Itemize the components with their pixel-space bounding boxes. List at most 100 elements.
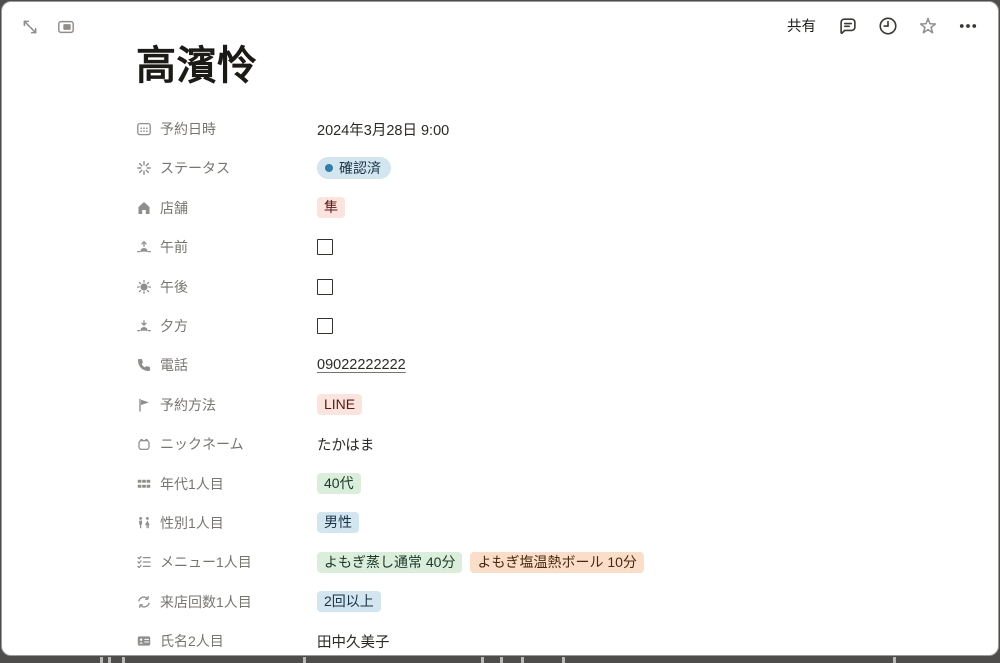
date-value[interactable]: 2024年3月28日 9:00 xyxy=(317,119,449,140)
status-text: 確認済 xyxy=(339,158,381,178)
checkbox-unchecked[interactable] xyxy=(317,239,333,255)
property-row: 午後 xyxy=(136,272,968,302)
property-label-text: 性別1人目 xyxy=(160,513,224,533)
tag-pill[interactable]: 40代 xyxy=(317,473,361,494)
property-label-text: 予約方法 xyxy=(160,395,216,415)
sunset-icon xyxy=(136,318,152,334)
property-value[interactable]: たかはま xyxy=(317,429,374,459)
checkbox-unchecked[interactable] xyxy=(317,279,333,295)
property-list: 予約日時 2024年3月28日 9:00 ステータス 確認済 店舗 隼 午前 午… xyxy=(136,114,968,656)
creature-icon xyxy=(136,436,152,452)
property-row: 予約日時 2024年3月28日 9:00 xyxy=(136,114,968,144)
property-value[interactable]: 2回以上 xyxy=(317,587,381,617)
property-value[interactable]: 隼 xyxy=(317,193,345,223)
property-label-text: 午後 xyxy=(160,277,188,297)
page-title[interactable]: 高濱怜 xyxy=(136,42,258,90)
property-row: 来店回数1人目 2回以上 xyxy=(136,587,968,617)
idcard-icon xyxy=(136,633,152,649)
property-value[interactable]: 2024年3月28日 9:00 xyxy=(317,114,449,144)
comments-icon[interactable] xyxy=(836,14,860,38)
phone-link[interactable]: 09022222222 xyxy=(317,357,406,373)
property-label[interactable]: 予約日時 xyxy=(136,119,317,139)
property-row: メニュー1人目 よもぎ蒸し通常 40分よもぎ塩温熱ボール 10分 xyxy=(136,547,968,577)
home-icon xyxy=(136,200,152,216)
property-label[interactable]: 店舗 xyxy=(136,198,317,218)
background-content-strip xyxy=(0,656,1000,663)
property-label[interactable]: 氏名2人目 xyxy=(136,631,317,651)
property-row: 夕方 xyxy=(136,311,968,341)
checkbox-unchecked[interactable] xyxy=(317,318,333,334)
phone-icon xyxy=(136,357,152,373)
status-icon xyxy=(136,160,152,176)
share-button[interactable]: 共有 xyxy=(783,13,820,38)
property-label[interactable]: 午前 xyxy=(136,237,317,257)
property-label[interactable]: 午後 xyxy=(136,277,317,297)
property-value[interactable]: 09022222222 xyxy=(317,350,406,380)
tag-pill[interactable]: 男性 xyxy=(317,512,359,533)
property-label[interactable]: ステータス xyxy=(136,158,317,178)
topbar-right: 共有 xyxy=(783,13,980,38)
property-label-text: ニックネーム xyxy=(160,434,244,454)
property-label-text: 夕方 xyxy=(160,316,188,336)
updates-clock-icon[interactable] xyxy=(876,14,900,38)
page-panel: 共有 xyxy=(1,1,999,656)
property-row: 電話 09022222222 xyxy=(136,350,968,380)
property-value[interactable]: よもぎ蒸し通常 40分よもぎ塩温熱ボール 10分 xyxy=(317,547,644,577)
topbar-left xyxy=(18,15,78,39)
property-label-text: 電話 xyxy=(160,355,188,375)
more-ellipsis-icon[interactable] xyxy=(956,14,980,38)
property-label[interactable]: 電話 xyxy=(136,355,317,375)
tag-pill[interactable]: よもぎ塩温熱ボール 10分 xyxy=(470,552,643,573)
property-row: 年代1人目 40代 xyxy=(136,469,968,499)
sunrise-icon xyxy=(136,239,152,255)
text-value[interactable]: 田中久美子 xyxy=(317,631,390,652)
property-label[interactable]: ニックネーム xyxy=(136,434,317,454)
property-row: 午前 xyxy=(136,232,968,262)
property-label-text: ステータス xyxy=(160,158,230,178)
property-row: 性別1人目 男性 xyxy=(136,508,968,538)
property-label[interactable]: 来店回数1人目 xyxy=(136,592,317,612)
tag-pill[interactable]: よもぎ蒸し通常 40分 xyxy=(317,552,462,573)
property-value[interactable]: 確認済 xyxy=(317,153,391,183)
property-label-text: メニュー1人目 xyxy=(160,552,252,572)
property-value[interactable]: 男性 xyxy=(317,508,359,538)
status-pill[interactable]: 確認済 xyxy=(317,157,391,179)
property-row: ステータス 確認済 xyxy=(136,153,968,183)
sun-icon xyxy=(136,279,152,295)
property-value[interactable] xyxy=(317,232,333,262)
property-label-text: 来店回数1人目 xyxy=(160,592,252,612)
property-label-text: 年代1人目 xyxy=(160,474,224,494)
property-value[interactable]: 田中久美子 xyxy=(317,626,390,656)
property-value[interactable]: 40代 xyxy=(317,469,361,499)
tag-pill[interactable]: 隼 xyxy=(317,197,345,218)
property-label-text: 店舗 xyxy=(160,198,188,218)
property-value[interactable]: LINE xyxy=(317,390,362,420)
checklist-icon xyxy=(136,554,152,570)
property-label-text: 氏名2人目 xyxy=(160,631,224,651)
property-row: 氏名2人目 田中久美子 xyxy=(136,626,968,656)
property-value[interactable] xyxy=(317,272,333,302)
flag-icon xyxy=(136,397,152,413)
property-row: 店舗 隼 xyxy=(136,193,968,223)
property-label[interactable]: 夕方 xyxy=(136,316,317,336)
property-label-text: 予約日時 xyxy=(160,119,216,139)
calendar-icon xyxy=(136,121,152,137)
grid-icon xyxy=(136,476,152,492)
text-value[interactable]: たかはま xyxy=(317,434,374,455)
property-row: 予約方法 LINE xyxy=(136,390,968,420)
tag-pill[interactable]: 2回以上 xyxy=(317,591,381,612)
property-value[interactable] xyxy=(317,311,333,341)
side-peek-icon[interactable] xyxy=(54,15,78,39)
expand-icon[interactable] xyxy=(18,15,42,39)
tag-pill[interactable]: LINE xyxy=(317,394,362,415)
property-label[interactable]: 性別1人目 xyxy=(136,513,317,533)
property-row: ニックネーム たかはま xyxy=(136,429,968,459)
property-label[interactable]: メニュー1人目 xyxy=(136,552,317,572)
favorite-star-icon[interactable] xyxy=(916,14,940,38)
property-label[interactable]: 予約方法 xyxy=(136,395,317,415)
status-dot xyxy=(325,164,333,172)
property-label-text: 午前 xyxy=(160,237,188,257)
people-icon xyxy=(136,515,152,531)
repeat-icon xyxy=(136,594,152,610)
property-label[interactable]: 年代1人目 xyxy=(136,474,317,494)
